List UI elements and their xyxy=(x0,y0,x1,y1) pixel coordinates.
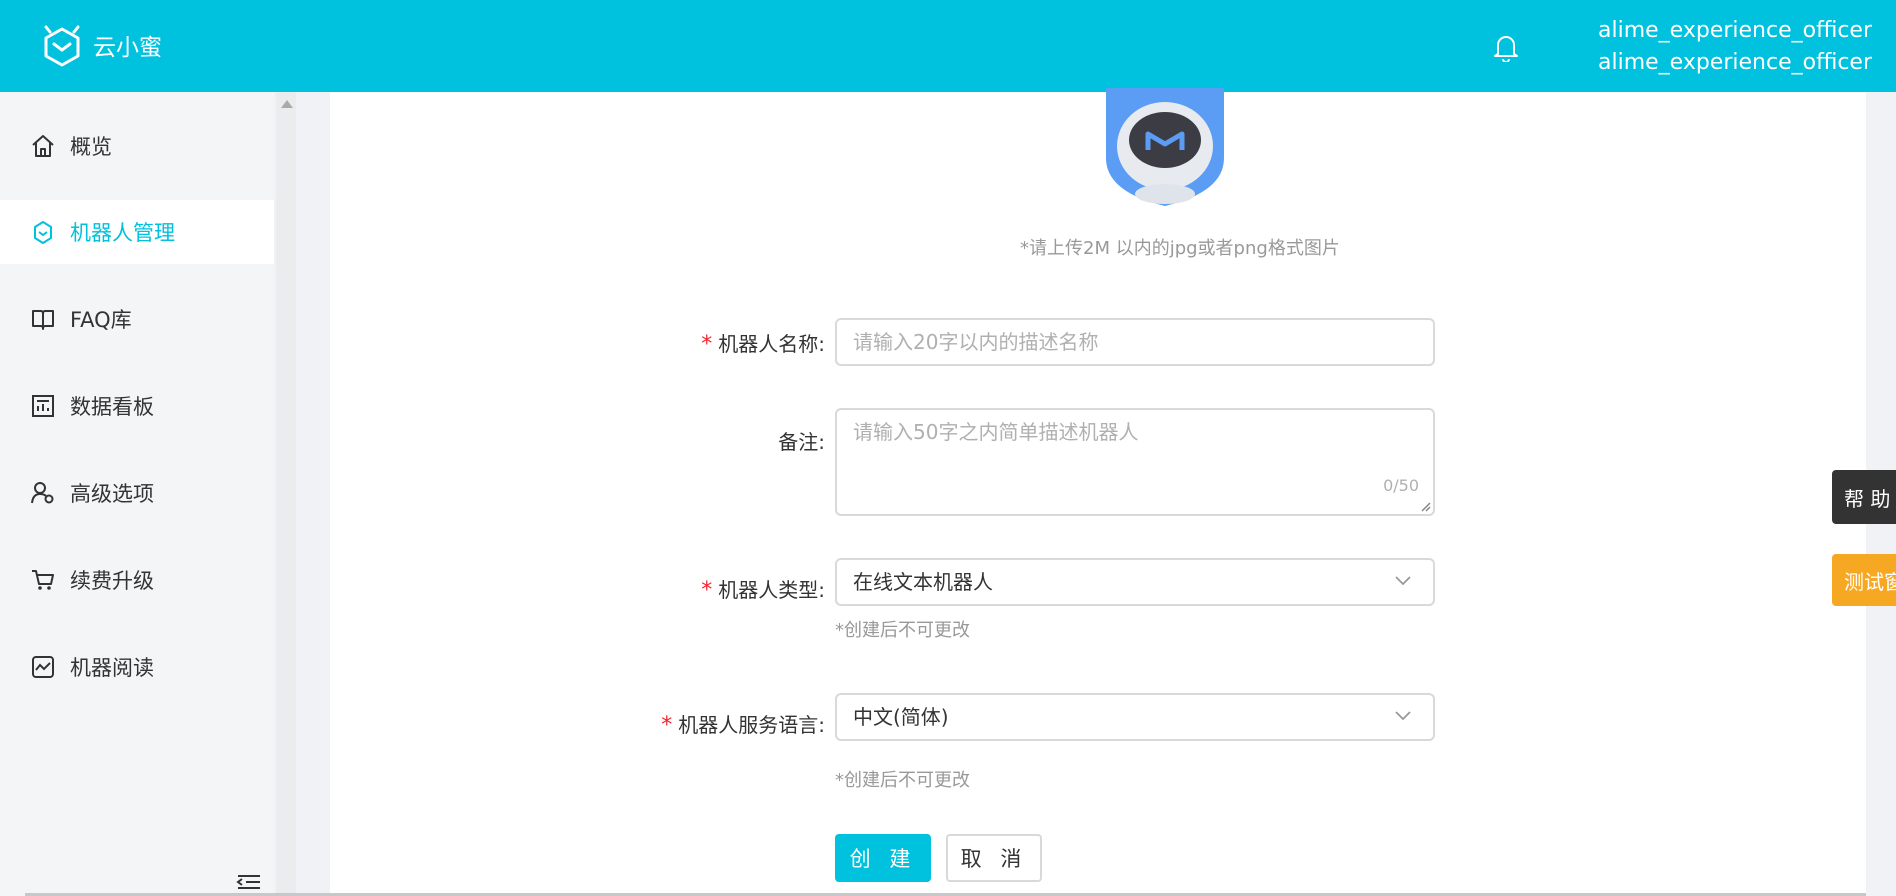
resize-handle-icon[interactable] xyxy=(1419,500,1431,512)
sidebar-item-faq[interactable]: FAQ库 xyxy=(0,287,274,351)
sidebar-item-label: FAQ库 xyxy=(70,308,132,332)
users-gear-icon xyxy=(31,482,54,504)
robot-avatar-upload[interactable] xyxy=(1098,88,1232,206)
chevron-down-icon xyxy=(1395,576,1411,586)
book-icon xyxy=(32,310,54,330)
test-window-float-tab[interactable]: 测试窗口 xyxy=(1832,554,1896,606)
sidebar-item-renew[interactable]: 续费升级 xyxy=(0,548,274,612)
sidebar-item-label: 机器阅读 xyxy=(70,656,154,680)
service-language-hint: *创建后不可更改 xyxy=(835,770,970,791)
scroll-up-arrow-icon[interactable] xyxy=(281,100,293,108)
upload-hint: *请上传2M 以内的jpg或者png格式图片 xyxy=(1020,238,1340,259)
sidebar-item-advanced[interactable]: 高级选项 xyxy=(0,461,274,525)
sidebar-item-robot-management[interactable]: 机器人管理 xyxy=(0,200,274,264)
remark-placeholder: 请输入50字之内简单描述机器人 xyxy=(853,420,1139,444)
robot-type-label: * 机器人类型: xyxy=(701,578,825,603)
brand-name[interactable]: 云小蜜 xyxy=(93,28,162,62)
sidebar-item-label: 数据看板 xyxy=(70,395,154,419)
sidebar-item-dashboard[interactable]: 数据看板 xyxy=(0,374,274,438)
dashboard-icon xyxy=(32,395,54,417)
service-language-label: * 机器人服务语言: xyxy=(661,713,825,738)
robot-type-value: 在线文本机器人 xyxy=(853,570,993,594)
sidebar-item-label: 续费升级 xyxy=(70,569,154,593)
required-mark: * xyxy=(661,713,673,738)
robot-name-input[interactable]: 请输入20字以内的描述名称 xyxy=(835,318,1435,366)
top-header: 云小蜜 alime_experience_officer alime_exper… xyxy=(0,0,1896,92)
remark-char-counter: 0/50 xyxy=(1383,476,1419,495)
chevron-down-icon xyxy=(1395,711,1411,721)
help-float-tab[interactable]: 帮 助 xyxy=(1832,470,1896,524)
user-account-name[interactable]: alime_experience_officer xyxy=(1598,18,1872,43)
sidebar-item-machine-reading[interactable]: 机器阅读 xyxy=(0,635,274,699)
sidebar-item-label: 机器人管理 xyxy=(70,221,175,245)
user-login-name[interactable]: alime_experience_officer xyxy=(1598,50,1872,75)
bell-icon[interactable] xyxy=(1492,32,1520,62)
sidebar-item-label: 高级选项 xyxy=(70,482,154,506)
cancel-button[interactable]: 取 消 xyxy=(946,834,1042,882)
cart-icon xyxy=(32,570,54,590)
create-button[interactable]: 创 建 xyxy=(835,834,931,882)
service-language-select[interactable]: 中文(简体) xyxy=(835,693,1435,741)
robot-type-select[interactable]: 在线文本机器人 xyxy=(835,558,1435,606)
chart-icon xyxy=(32,656,54,678)
home-icon xyxy=(32,135,54,157)
sidebar-scrollbar[interactable] xyxy=(276,92,296,896)
collapse-menu-icon[interactable] xyxy=(236,872,262,890)
sidebar-item-label: 概览 xyxy=(70,135,112,159)
remark-label: 备注: xyxy=(778,430,825,454)
service-language-value: 中文(简体) xyxy=(853,705,949,729)
robot-type-hint: *创建后不可更改 xyxy=(835,620,970,641)
remark-textarea[interactable]: 请输入50字之内简单描述机器人 0/50 xyxy=(835,408,1435,516)
robot-icon xyxy=(34,221,52,244)
sidebar-item-overview[interactable]: 概览 xyxy=(0,114,274,178)
robot-name-label: * 机器人名称: xyxy=(701,332,825,357)
robot-name-placeholder: 请输入20字以内的描述名称 xyxy=(853,330,1099,354)
sidebar: 概览 机器人管理 FAQ库 数据看板 高级选项 续费升级 机器阅读 xyxy=(0,92,274,896)
required-mark: * xyxy=(701,332,713,357)
required-mark: * xyxy=(701,578,713,603)
cloud-bee-logo-icon[interactable] xyxy=(40,24,84,68)
